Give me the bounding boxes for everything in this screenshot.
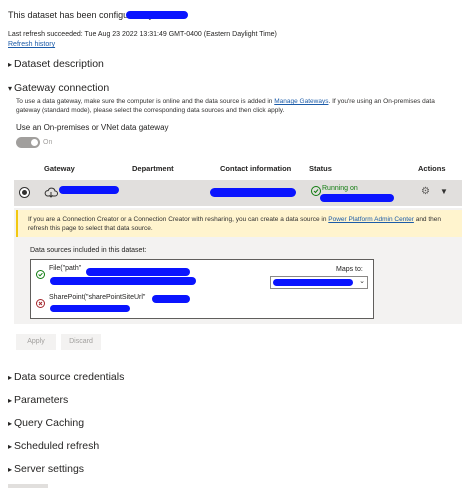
next-section-edge: [8, 484, 48, 488]
caret-right-icon: ▸: [8, 373, 13, 382]
maps-to-select[interactable]: ⌄: [270, 276, 368, 289]
redacted-sharepoint-url-2: [50, 305, 130, 312]
redacted-selected-source: [273, 279, 353, 286]
caret-right-icon: ▸: [8, 419, 13, 428]
chevron-down-icon[interactable]: ▼: [440, 187, 448, 196]
col-contact-information: Contact information: [220, 164, 292, 173]
col-department: Department: [132, 164, 174, 173]
section-parameters[interactable]: ▸ Parameters: [8, 394, 68, 406]
section-label: Dataset description: [14, 58, 104, 70]
section-label: Gateway connection: [14, 82, 110, 94]
section-label: Query Caching: [14, 417, 85, 429]
error-circle-icon: [36, 299, 45, 308]
cloud-gateway-icon: [44, 185, 58, 198]
section-label: Scheduled refresh: [14, 440, 100, 452]
caret-down-icon: ▾: [8, 84, 13, 93]
power-platform-admin-center-link[interactable]: Power Platform Admin Center: [328, 216, 414, 223]
gateway-description: To use a data gateway, make sure the com…: [16, 97, 456, 115]
section-gateway-connection[interactable]: ▾ Gateway connection: [8, 82, 109, 94]
section-scheduled-refresh[interactable]: ▸ Scheduled refresh: [8, 440, 99, 452]
redacted-gateway-name: [59, 186, 119, 194]
caret-right-icon: ▸: [8, 396, 13, 405]
data-source-sharepoint[interactable]: SharePoint("sharePointSiteUrl": [49, 294, 145, 301]
section-dataset-description[interactable]: ▸ Dataset description: [8, 58, 104, 70]
gear-icon[interactable]: ⚙: [421, 186, 430, 197]
section-server-settings[interactable]: ▸ Server settings: [8, 463, 84, 475]
maps-to-label: Maps to:: [336, 266, 363, 273]
col-actions: Actions: [418, 164, 446, 173]
redacted-file-path: [86, 268, 190, 276]
gateway-radio[interactable]: [19, 187, 30, 198]
use-gateway-label: Use an On-premises or VNet data gateway: [16, 123, 169, 132]
section-label: Server settings: [14, 463, 85, 475]
redacted-status-machine: [320, 194, 394, 202]
check-circle-icon: [311, 186, 321, 196]
check-circle-icon: [36, 270, 45, 279]
apply-button[interactable]: Apply: [16, 334, 56, 350]
caret-right-icon: ▸: [8, 465, 13, 474]
section-data-source-credentials[interactable]: ▸ Data source credentials: [8, 371, 124, 383]
radio-dot: [22, 190, 27, 195]
warning-text: If you are a Connection Creator or a Con…: [28, 215, 456, 233]
redacted-file-path-2: [50, 277, 196, 285]
redacted-contact-info: [210, 188, 296, 197]
manage-gateways-link[interactable]: Manage Gateways: [274, 98, 328, 105]
discard-button[interactable]: Discard: [61, 334, 101, 350]
caret-right-icon: ▸: [8, 60, 13, 69]
warning-text-part1: If you are a Connection Creator or a Con…: [28, 216, 327, 223]
col-gateway: Gateway: [44, 164, 75, 173]
caret-right-icon: ▸: [8, 442, 13, 451]
section-query-caching[interactable]: ▸ Query Caching: [8, 417, 84, 429]
col-status: Status: [309, 164, 332, 173]
section-label: Data source credentials: [14, 371, 125, 383]
toggle-knob: [31, 139, 38, 146]
redacted-sharepoint-url: [152, 295, 190, 303]
data-source-file[interactable]: File("path": [49, 265, 81, 272]
ds-included-label: Data sources included in this dataset:: [30, 247, 147, 254]
toggle-state-label: On: [43, 139, 53, 146]
refresh-history-link[interactable]: Refresh history: [8, 41, 55, 48]
status-running-on: Running on: [322, 185, 358, 192]
dropdown-chevron-icon: ⌄: [359, 278, 365, 285]
gateway-description-part1: To use a data gateway, make sure the com…: [16, 98, 273, 105]
last-refresh-text: Last refresh succeeded: Tue Aug 23 2022 …: [8, 31, 277, 38]
redacted-user-name: [126, 11, 188, 19]
gateway-toggle[interactable]: [16, 137, 40, 148]
section-label: Parameters: [14, 394, 69, 406]
